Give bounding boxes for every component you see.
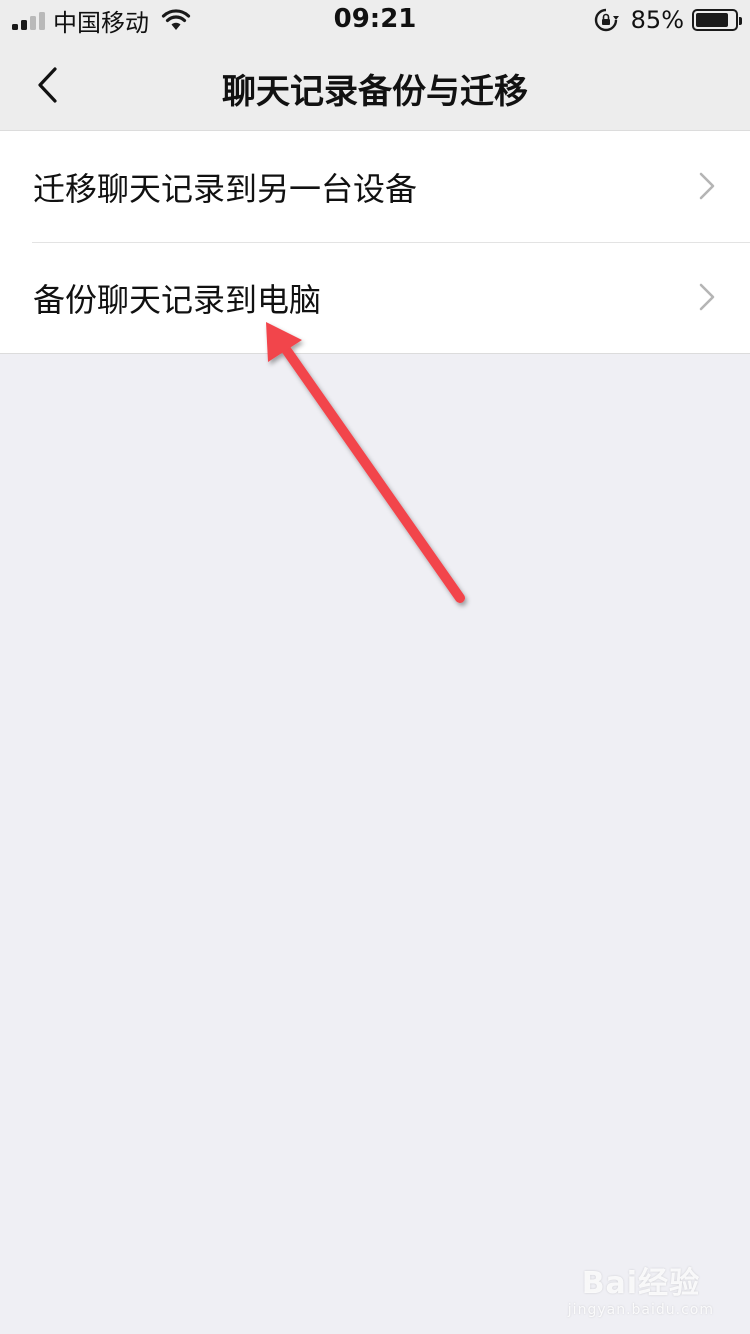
status-right: 85% [593, 6, 742, 34]
watermark-main: Bai经验 [581, 1266, 701, 1301]
chevron-right-icon [699, 172, 715, 200]
rotation-lock-icon [594, 8, 619, 32]
status-bar: 中国移动 09:21 85% [0, 0, 750, 40]
battery-percent: 85% [630, 6, 684, 34]
list-item-backup-to-computer[interactable]: 备份聊天记录到电脑 [0, 242, 750, 353]
battery-level-fill [696, 13, 728, 27]
options-list: 迁移聊天记录到另一台设备 备份聊天记录到电脑 [0, 131, 750, 354]
chevron-right-icon [699, 283, 715, 311]
page-title: 聊天记录备份与迁移 [222, 72, 528, 112]
watermark-logo: Bai经验 jingyan.baidu.com [568, 1258, 714, 1318]
watermark-sub: jingyan.baidu.com [567, 1302, 714, 1318]
list-item-label: 迁移聊天记录到另一台设备 [33, 169, 418, 208]
battery-icon [692, 9, 742, 31]
list-item-label: 备份聊天记录到电脑 [33, 280, 322, 319]
nav-bar: 聊天记录备份与迁移 [0, 40, 750, 131]
list-item-migrate-to-device[interactable]: 迁移聊天记录到另一台设备 [0, 131, 750, 242]
